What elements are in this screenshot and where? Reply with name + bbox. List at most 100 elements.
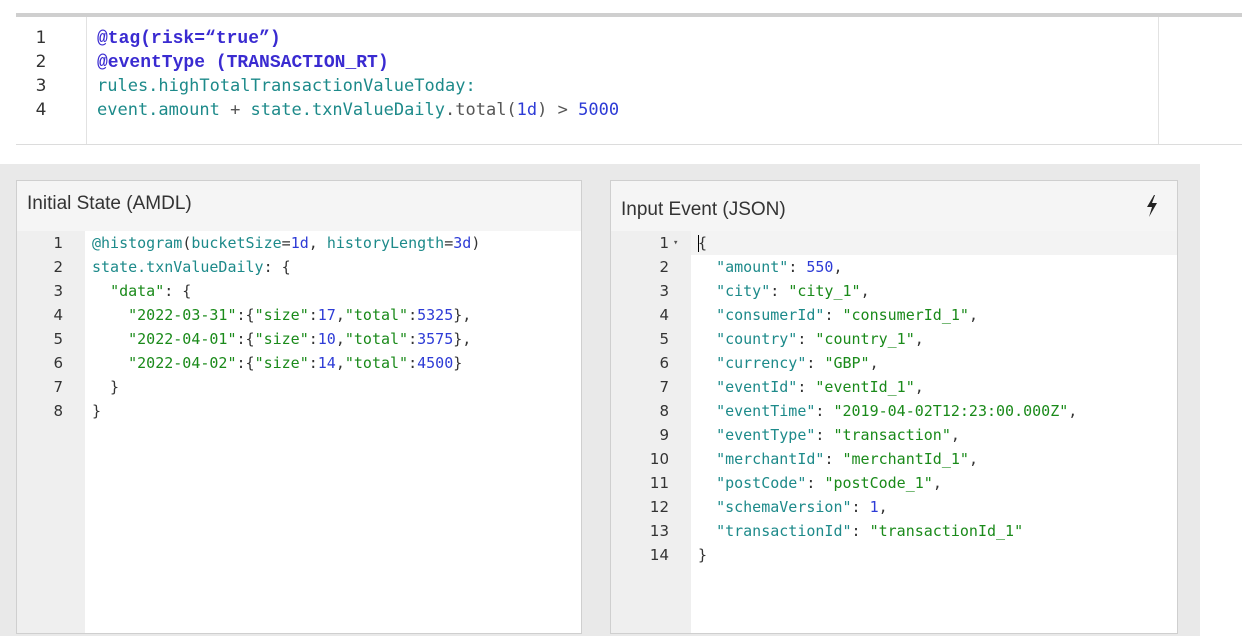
json-key: "country": [716, 330, 798, 348]
total-value: 3575: [417, 330, 454, 348]
date-key: "2022-04-02": [128, 354, 237, 372]
total-key: "total": [344, 330, 409, 348]
expr-event-amount: event.amount: [97, 100, 220, 120]
json-field-line[interactable]: "city": "city_1",: [698, 279, 870, 303]
brace: :{: [236, 306, 255, 324]
event-type-args: (TRANSACTION_RT): [205, 53, 389, 73]
comma: ,: [335, 306, 345, 324]
json-separator: :: [851, 498, 870, 516]
json-key: "postCode": [716, 474, 807, 492]
json-comma: ,: [1068, 402, 1078, 420]
json-comma: ,: [968, 306, 978, 324]
code-line[interactable]: state.txnValueDaily: {: [92, 255, 291, 279]
json-key: "schemaVersion": [716, 498, 852, 516]
expr-state: state.txnValueDaily: [250, 100, 446, 120]
json-field-line[interactable]: "country": "country_1",: [698, 327, 924, 351]
brace: {: [698, 234, 708, 252]
json-value: 550: [806, 258, 834, 276]
test-workspace: Initial State (AMDL) 1 2 3 4 5 6 7 8 @hi…: [0, 164, 1200, 636]
json-field-line[interactable]: "eventId": "eventId_1",: [698, 375, 924, 399]
fold-toggle-icon[interactable]: ▾: [673, 231, 683, 255]
equals: =: [444, 234, 454, 252]
json-value: "transaction": [833, 426, 951, 444]
rule-editor[interactable]: 1 2 3 4 @tag(risk=“true”) @eventType (TR…: [16, 13, 1242, 145]
line-number: 13: [649, 522, 669, 540]
paren-close: ): [471, 234, 481, 252]
json-field-line[interactable]: "amount": 550,: [698, 255, 842, 279]
code-line[interactable]: {: [698, 231, 707, 255]
brace: : {: [164, 282, 192, 300]
panel-title: Input Event (JSON): [621, 199, 786, 220]
json-value: "2019-04-02T12:23:00.000Z": [833, 402, 1069, 420]
active-line-highlight: [691, 231, 1177, 255]
json-separator: :: [824, 306, 843, 324]
panel-title: Initial State (AMDL): [27, 193, 192, 214]
line-number: 2: [659, 258, 669, 276]
rule-code-area[interactable]: @tag(risk=“true”) @eventType (TRANSACTIO…: [86, 17, 1159, 144]
json-value: "GBP": [824, 354, 870, 372]
brace: }: [92, 378, 120, 396]
line-number: 7: [659, 378, 669, 396]
comma: ,: [335, 354, 345, 372]
colon: :: [408, 354, 418, 372]
expr-threshold: 5000: [578, 100, 620, 120]
tag-args: (risk=“true”): [140, 29, 281, 49]
json-field-line[interactable]: "consumerId": "consumerId_1",: [698, 303, 978, 327]
json-key: "transactionId": [716, 522, 852, 540]
param-value: 3d: [453, 234, 472, 252]
code-line[interactable]: "2022-04-01":{"size":10,"total":3575},: [92, 327, 471, 351]
code-line[interactable]: event.amount + state.txnValueDaily.total…: [97, 98, 619, 122]
code-line[interactable]: rules.highTotalTransactionValueToday:: [97, 74, 476, 98]
json-field-line[interactable]: "transactionId": "transactionId_1": [698, 519, 1023, 543]
json-field-line[interactable]: "merchantId": "merchantId_1",: [698, 447, 978, 471]
json-value: 1: [869, 498, 879, 516]
rule-editor-gutter: 1 2 3 4: [16, 17, 86, 144]
code-line[interactable]: @tag(risk=“true”): [97, 26, 281, 50]
brace: },: [453, 330, 472, 348]
initial-state-panel: Initial State (AMDL) 1 2 3 4 5 6 7 8 @hi…: [16, 180, 582, 634]
size-value: 10: [317, 330, 336, 348]
data-key: "data": [110, 282, 165, 300]
json-field-line[interactable]: "postCode": "postCode_1",: [698, 471, 942, 495]
bolt-icon[interactable]: [1145, 195, 1159, 217]
json-field-line[interactable]: "eventTime": "2019-04-02T12:23:00.000Z",: [698, 399, 1077, 423]
total-value: 4500: [417, 354, 454, 372]
colon: :: [408, 330, 418, 348]
line-number: 3: [35, 76, 47, 96]
initial-state-editor[interactable]: 1 2 3 4 5 6 7 8 @histogram(bucketSize=1d…: [17, 231, 581, 633]
json-value: "transactionId_1": [869, 522, 1024, 540]
json-separator: :: [806, 354, 825, 372]
colon: :: [308, 306, 318, 324]
total-value: 5325: [417, 306, 454, 324]
code-line[interactable]: @histogram(bucketSize=1d, historyLength=…: [92, 231, 480, 255]
size-key: "size": [254, 330, 309, 348]
json-field-line[interactable]: "currency": "GBP",: [698, 351, 879, 375]
json-field-line[interactable]: "eventType": "transaction",: [698, 423, 960, 447]
code-line[interactable]: "2022-03-31":{"size":17,"total":5325},: [92, 303, 471, 327]
date-key: "2022-04-01": [128, 330, 237, 348]
json-separator: :: [851, 522, 870, 540]
json-field-line[interactable]: "schemaVersion": 1,: [698, 495, 888, 519]
brace: :{: [236, 354, 255, 372]
code-line[interactable]: @eventType (TRANSACTION_RT): [97, 50, 389, 74]
code-line[interactable]: }: [92, 375, 119, 399]
line-number: 12: [649, 498, 669, 516]
json-key: "merchantId": [716, 450, 825, 468]
json-comma: ,: [932, 474, 942, 492]
brace: }: [453, 354, 463, 372]
comma: ,: [308, 234, 327, 252]
code-line[interactable]: "2022-04-02":{"size":14,"total":4500}: [92, 351, 462, 375]
line-number: 4: [659, 306, 669, 324]
code-line[interactable]: }: [92, 399, 101, 423]
code-line[interactable]: }: [698, 543, 707, 567]
input-event-panel: Input Event (JSON) 1 2 3 4 5 6 7 8 9 10 11 12 13 14 ▾…: [610, 180, 1178, 634]
json-comma: ,: [968, 450, 978, 468]
input-event-editor[interactable]: 1 2 3 4 5 6 7 8 9 10 11 12 13 14 ▾ { "amount": 550, "…: [611, 231, 1177, 633]
size-key: "size": [254, 354, 309, 372]
line-number: 5: [659, 330, 669, 348]
line-number: 4: [53, 306, 63, 324]
brace: : {: [263, 258, 291, 276]
code-line[interactable]: "data": {: [92, 279, 191, 303]
